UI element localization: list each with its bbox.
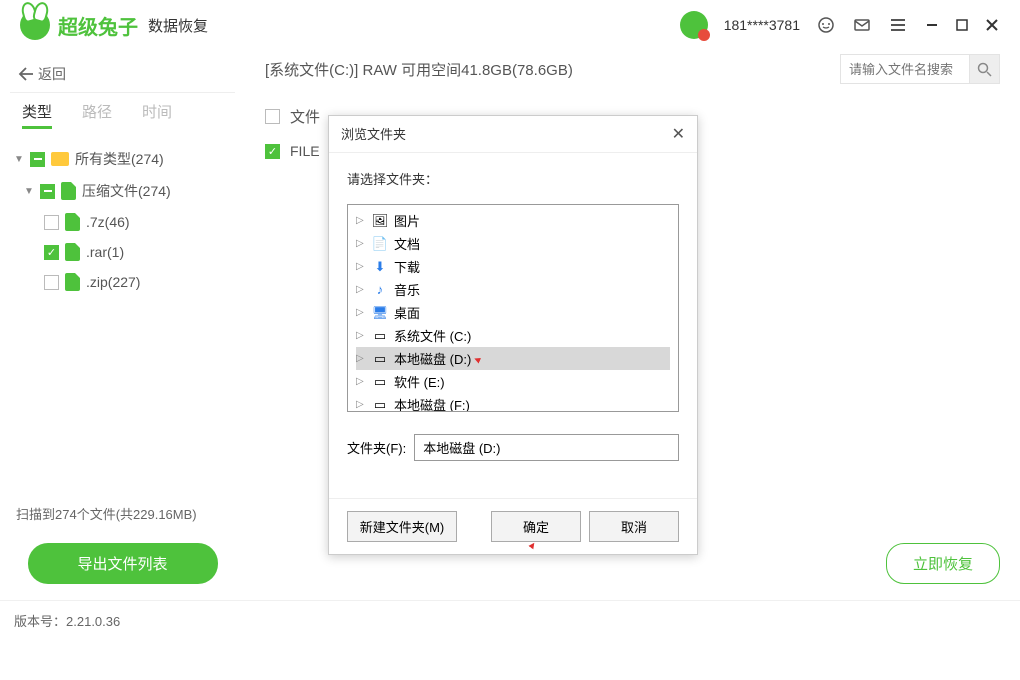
checkbox-checked[interactable]: ✓ <box>44 245 59 260</box>
download-icon: ⬇ <box>372 260 388 274</box>
search-button[interactable] <box>970 54 1000 84</box>
tab-type[interactable]: 类型 <box>22 101 52 129</box>
back-button[interactable]: 返回 <box>10 50 235 92</box>
app-header: 超级兔子 数据恢复 181****3781 <box>0 0 1020 50</box>
checkbox-partial[interactable] <box>40 184 55 199</box>
version-number: 2.21.0.36 <box>66 614 120 629</box>
sidebar-tabs: 类型 路径 时间 <box>10 93 235 143</box>
brand-name: 超级兔子 <box>58 11 138 40</box>
pictures-icon: 🖼 <box>372 214 388 228</box>
menu-icon[interactable] <box>888 15 908 35</box>
archive-icon <box>65 213 80 231</box>
user-avatar-icon[interactable] <box>680 11 708 39</box>
checkbox-checked[interactable]: ✓ <box>265 144 280 159</box>
brand-subtitle: 数据恢复 <box>148 15 208 36</box>
folder-item-drive-c[interactable]: ▷▭系统文件 (C:) <box>356 324 670 347</box>
folder-item-drive-e[interactable]: ▷▭软件 (E:) <box>356 370 670 393</box>
drive-icon: ▭ <box>372 398 388 412</box>
dialog-body: 请选择文件夹： ▷🖼图片 ▷📄文档 ▷⬇下载 ▷♪音乐 ▷🖥桌面 ▷▭系统文件 … <box>329 153 697 498</box>
tree-item-7z[interactable]: .7z(46) <box>10 207 235 237</box>
header-left: 超级兔子 数据恢复 <box>20 10 208 40</box>
user-phone: 181****3781 <box>724 17 800 33</box>
dialog-buttons: 新建文件夹(M) 确定 取消 <box>329 498 697 554</box>
folder-name-input[interactable] <box>414 434 679 461</box>
feedback-icon[interactable] <box>852 15 872 35</box>
dialog-title: 浏览文件夹 <box>341 124 406 144</box>
checkbox-partial[interactable] <box>30 152 45 167</box>
drive-icon: ▭ <box>372 352 388 366</box>
cancel-button[interactable]: 取消 <box>589 511 679 542</box>
folder-item-drive-d[interactable]: ▷▭本地磁盘 (D:) <box>356 347 670 370</box>
music-icon: ♪ <box>372 283 388 297</box>
window-controls <box>924 17 1000 33</box>
folder-item-downloads[interactable]: ▷⬇下载 <box>356 255 670 278</box>
sidebar: 返回 类型 路径 时间 ▼ 所有类型(274) ▼ 压缩文件(274) <box>0 50 245 600</box>
volume-row: [系统文件(C:)] RAW 可用空间41.8GB(78.6GB) <box>265 50 1000 98</box>
select-all-checkbox[interactable] <box>265 109 280 124</box>
folder-item-documents[interactable]: ▷📄文档 <box>356 232 670 255</box>
field-label: 文件夹(F): <box>347 438 406 457</box>
folder-item-pictures[interactable]: ▷🖼图片 <box>356 209 670 232</box>
close-button[interactable] <box>984 17 1000 33</box>
export-button[interactable]: 导出文件列表 <box>28 543 218 584</box>
folder-name-field: 文件夹(F): <box>347 434 679 461</box>
tree-label: .zip(227) <box>86 274 140 290</box>
search-wrap <box>840 54 1000 84</box>
version-label: 版本号： <box>14 614 66 629</box>
folder-item-drive-f[interactable]: ▷▭本地磁盘 (F:) <box>356 393 670 412</box>
folder-tree[interactable]: ▷🖼图片 ▷📄文档 ▷⬇下载 ▷♪音乐 ▷🖥桌面 ▷▭系统文件 (C:) ▷▭本… <box>347 204 679 412</box>
new-folder-button[interactable]: 新建文件夹(M) <box>347 511 457 542</box>
tree-label: 所有类型(274) <box>75 149 164 169</box>
column-filename: 文件 <box>290 106 320 127</box>
folder-item-desktop[interactable]: ▷🖥桌面 <box>356 301 670 324</box>
document-icon: 📄 <box>372 237 388 251</box>
checkbox[interactable] <box>44 215 59 230</box>
drive-icon: ▭ <box>372 375 388 389</box>
recover-button[interactable]: 立即恢复 <box>886 543 1000 584</box>
dialog-prompt: 请选择文件夹： <box>347 169 679 188</box>
support-icon[interactable] <box>816 15 836 35</box>
folder-icon <box>51 152 69 166</box>
archive-icon <box>65 243 80 261</box>
file-name: FILE <box>290 143 320 159</box>
rabbit-logo-icon <box>20 10 50 40</box>
browse-folder-dialog: 浏览文件夹 ✕ 请选择文件夹： ▷🖼图片 ▷📄文档 ▷⬇下载 ▷♪音乐 ▷🖥桌面… <box>328 115 698 555</box>
tree-item-rar[interactable]: ✓ .rar(1) <box>10 237 235 267</box>
archive-icon <box>65 273 80 291</box>
drive-icon: ▭ <box>372 329 388 343</box>
tree-label: .7z(46) <box>86 214 130 230</box>
desktop-icon: 🖥 <box>372 306 388 320</box>
tree-label: .rar(1) <box>86 244 124 260</box>
minimize-button[interactable] <box>924 17 940 33</box>
folder-item-music[interactable]: ▷♪音乐 <box>356 278 670 301</box>
tab-path[interactable]: 路径 <box>82 101 112 129</box>
archive-icon <box>61 182 76 200</box>
tab-time[interactable]: 时间 <box>142 101 172 129</box>
tree-label: 压缩文件(274) <box>82 181 171 201</box>
dialog-close-button[interactable]: ✕ <box>672 124 685 144</box>
caret-down-icon: ▼ <box>24 186 34 197</box>
tree-item-archive[interactable]: ▼ 压缩文件(274) <box>10 175 235 207</box>
header-right: 181****3781 <box>680 11 1000 39</box>
footer: 版本号：2.21.0.36 <box>0 600 1020 640</box>
type-tree: ▼ 所有类型(274) ▼ 压缩文件(274) .7z(46) ✓ .rar(1… <box>10 143 235 490</box>
tree-item-zip[interactable]: .zip(227) <box>10 267 235 297</box>
volume-title: [系统文件(C:)] RAW 可用空间41.8GB(78.6GB) <box>265 59 573 80</box>
search-input[interactable] <box>840 54 970 84</box>
scan-info: 扫描到274个文件(共229.16MB) <box>10 490 235 537</box>
back-label: 返回 <box>38 64 66 84</box>
checkbox[interactable] <box>44 275 59 290</box>
maximize-button[interactable] <box>954 17 970 33</box>
tree-item-all[interactable]: ▼ 所有类型(274) <box>10 143 235 175</box>
dialog-titlebar: 浏览文件夹 ✕ <box>329 116 697 153</box>
ok-button[interactable]: 确定 <box>491 511 581 542</box>
caret-down-icon: ▼ <box>14 154 24 165</box>
